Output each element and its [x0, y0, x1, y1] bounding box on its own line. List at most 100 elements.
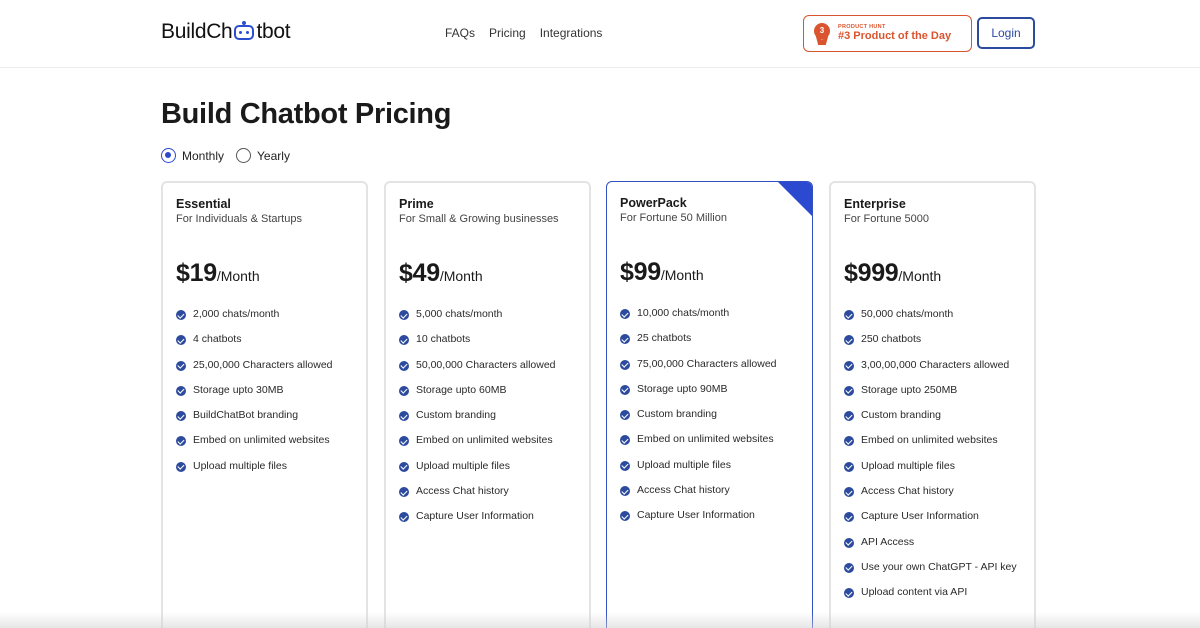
billing-option-yearly[interactable]: Yearly [236, 148, 290, 163]
logo-text-start: BuildCh [161, 20, 233, 43]
feature-item: Embed on unlimited websites [620, 432, 800, 457]
plan-price: $99/Month [620, 258, 704, 287]
login-button[interactable]: Login [977, 17, 1035, 49]
feature-item: Storage upto 250MB [844, 383, 1024, 408]
plan-card-powerpack[interactable]: PowerPack For Fortune 50 Million $99/Month… [606, 181, 813, 628]
feature-item: Use your own ChatGPT - API key [844, 560, 1024, 585]
feature-text: 10 chatbots [416, 333, 471, 346]
check-circle-icon [399, 461, 409, 472]
feature-text: 250 chatbots [861, 333, 922, 346]
feature-item: 25,00,000 Characters allowed [176, 358, 356, 383]
page-title: Build Chatbot Pricing [161, 98, 452, 130]
plan-name: Enterprise [844, 197, 906, 211]
feature-item: Upload multiple files [399, 459, 579, 484]
feature-item: Upload multiple files [844, 459, 1024, 484]
check-circle-icon [399, 310, 409, 320]
billing-period-toggle: Monthly Yearly [161, 148, 290, 163]
feature-item: 250 chatbots [844, 332, 1024, 357]
feature-item: 2,000 chats/month [176, 307, 356, 332]
feature-text: Custom branding [861, 409, 941, 422]
check-circle-icon [844, 385, 854, 396]
plan-name: Prime [399, 197, 434, 211]
check-circle-icon [399, 360, 409, 371]
feature-item: BuildChatBot branding [176, 408, 356, 433]
feature-text: Upload multiple files [861, 459, 955, 472]
feature-text: Upload content via API [861, 586, 968, 599]
feature-text: 5,000 chats/month [416, 308, 503, 320]
feature-text: 10,000 chats/month [637, 307, 730, 319]
plan-name: Essential [176, 197, 231, 211]
feature-text: Embed on unlimited websites [193, 434, 330, 447]
feature-item: 10 chatbots [399, 332, 579, 357]
plan-card-prime[interactable]: Prime For Small & Growing businesses $49/M… [384, 181, 591, 628]
nav-link-integrations[interactable]: Integrations [540, 26, 603, 40]
check-circle-icon [620, 435, 630, 446]
plan-price: $49/Month [399, 259, 483, 288]
feature-text: 2,000 chats/month [193, 308, 280, 320]
check-circle-icon [399, 411, 409, 422]
check-circle-icon [176, 436, 186, 447]
logo[interactable]: BuildCh tbot [161, 20, 291, 44]
plan-card-essential[interactable]: Essential For Individuals & Startups $19/M… [161, 181, 368, 628]
medal-icon: 3 [814, 22, 830, 45]
feature-item: Embed on unlimited websites [844, 433, 1024, 458]
feature-item: 75,00,000 Characters allowed [620, 357, 800, 382]
check-circle-icon [844, 411, 854, 422]
site-header: BuildCh tbot FAQs Pricing Integrations 3… [0, 0, 1200, 68]
feature-item: Custom branding [399, 408, 579, 433]
check-circle-icon [176, 310, 186, 320]
feature-text: 25 chatbots [637, 332, 692, 345]
feature-text: Embed on unlimited websites [637, 433, 774, 446]
check-circle-icon [399, 487, 409, 498]
product-hunt-rank: #3 Product of the Day [838, 30, 952, 43]
plan-price: $19/Month [176, 259, 260, 288]
price-amount: $19 [176, 259, 217, 287]
nav-link-faqs[interactable]: FAQs [445, 26, 475, 40]
check-circle-icon [844, 562, 854, 573]
yearly-radio[interactable] [236, 148, 252, 163]
check-circle-icon [620, 486, 630, 497]
nav-link-pricing[interactable]: Pricing [489, 26, 526, 40]
feature-item: 25 chatbots [620, 331, 800, 356]
check-circle-icon [399, 512, 409, 523]
monthly-radio[interactable] [161, 148, 176, 163]
monthly-label: Monthly [182, 148, 225, 163]
feature-text: Storage upto 60MB [416, 383, 507, 396]
feature-item: Access Chat history [399, 484, 579, 509]
feature-list: 10,000 chats/month 25 chatbots 75,00,000 C… [620, 306, 800, 534]
feature-list: 5,000 chats/month 10 chatbots 50,00,000 Ch… [399, 307, 579, 535]
check-circle-icon [176, 411, 186, 422]
product-hunt-badge[interactable]: 3 PRODUCT HUNT #3 Product of the Day [803, 15, 972, 52]
plan-price: $999/Month [844, 259, 941, 288]
check-circle-icon [844, 436, 854, 447]
check-circle-icon [844, 360, 854, 371]
feature-item: Custom branding [620, 407, 800, 432]
feature-item: Access Chat history [620, 483, 800, 508]
price-period: /Month [660, 267, 704, 283]
feature-item: Upload multiple files [620, 458, 800, 483]
feature-text: Embed on unlimited websites [861, 434, 998, 447]
feature-text: Access Chat history [416, 485, 509, 498]
feature-text: Custom branding [416, 409, 496, 422]
feature-item: Access Chat history [844, 484, 1024, 509]
plan-subtitle: For Small & Growing businesses [399, 213, 559, 225]
feature-item: Custom branding [844, 408, 1024, 433]
check-circle-icon [844, 588, 854, 599]
price-period: /Month [439, 268, 483, 284]
check-circle-icon [620, 309, 630, 319]
billing-option-monthly[interactable]: Monthly [161, 148, 224, 163]
feature-item: Capture User Information [620, 508, 800, 533]
feature-item: Storage upto 30MB [176, 383, 356, 408]
price-amount: $999 [844, 259, 899, 287]
check-circle-icon [176, 360, 186, 371]
check-circle-icon [844, 512, 854, 523]
plan-card-enterprise[interactable]: Enterprise For Fortune 5000 $999/Month 50,0… [829, 181, 1036, 628]
feature-item: Embed on unlimited websites [176, 433, 356, 458]
feature-text: 50,00,000 Characters allowed [416, 358, 556, 371]
feature-item: Storage upto 90MB [620, 382, 800, 407]
price-amount: $49 [399, 259, 440, 287]
price-period: /Month [898, 268, 942, 284]
feature-item: API Access [844, 535, 1024, 560]
feature-item: 50,00,000 Characters allowed [399, 358, 579, 383]
feature-item: 50,000 chats/month [844, 307, 1024, 332]
